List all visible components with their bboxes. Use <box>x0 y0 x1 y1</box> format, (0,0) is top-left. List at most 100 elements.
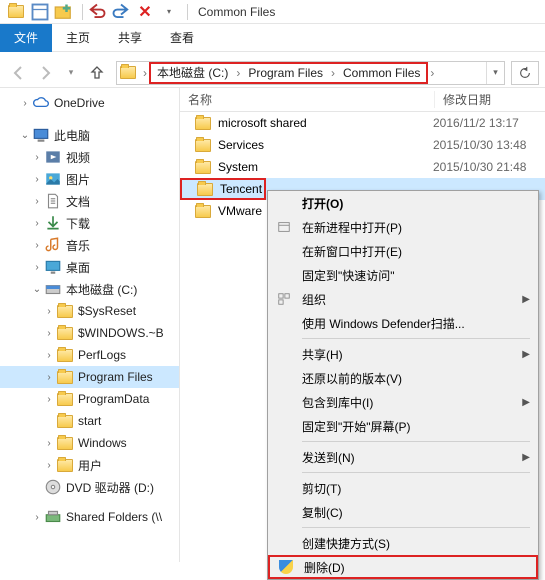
list-item[interactable]: microsoft shared 2016/11/2 13:17 <box>180 112 545 134</box>
redo-icon[interactable] <box>111 2 131 22</box>
tree-sysreset[interactable]: ›$SysReset <box>0 300 179 322</box>
tree-documents[interactable]: ›文档 <box>0 190 179 212</box>
drive-icon <box>44 280 62 298</box>
tree-users[interactable]: ›用户 <box>0 454 179 476</box>
new-folder-icon[interactable] <box>54 2 74 22</box>
refresh-button[interactable] <box>511 61 539 85</box>
tree-downloads[interactable]: ›下载 <box>0 212 179 234</box>
folder-icon <box>194 158 212 176</box>
ctx-open-new-window[interactable]: 在新窗口中打开(E) <box>268 239 538 263</box>
tree-label: $SysReset <box>78 304 136 318</box>
nav-back-button[interactable] <box>6 60 32 86</box>
tree-start[interactable]: start <box>0 410 179 432</box>
tree-desktop[interactable]: ›桌面 <box>0 256 179 278</box>
tree-label: start <box>78 414 101 428</box>
cloud-icon <box>32 94 50 112</box>
ctx-copy[interactable]: 复制(C) <box>268 500 538 524</box>
ctx-send-to[interactable]: 发送到(N)▶ <box>268 445 538 469</box>
undo-icon[interactable] <box>87 2 107 22</box>
nav-recent-dropdown[interactable]: ▾ <box>58 60 84 86</box>
column-name[interactable]: 名称 <box>180 91 435 108</box>
chevron-right-icon: ▶ <box>522 349 530 360</box>
file-date: 2016/11/2 13:17 <box>433 116 519 130</box>
folder-icon <box>194 114 212 132</box>
ctx-open-new-process[interactable]: 在新进程中打开(P) <box>268 215 538 239</box>
organize-icon <box>276 291 292 307</box>
tree-pictures[interactable]: ›图片 <box>0 168 179 190</box>
file-date: 2015/10/30 21:48 <box>433 160 526 174</box>
desktop-icon <box>44 258 62 276</box>
address-dropdown-icon[interactable]: ▾ <box>486 62 504 84</box>
ctx-pin-quick-access[interactable]: 固定到"快速访问" <box>268 263 538 287</box>
network-drive-icon <box>44 508 62 526</box>
delete-icon[interactable]: ✕ <box>135 2 155 22</box>
tree-videos[interactable]: ›视频 <box>0 146 179 168</box>
address-bar[interactable]: › 本地磁盘 (C:) › Program Files › Common Fil… <box>116 61 505 85</box>
breadcrumb-drive[interactable]: 本地磁盘 (C:) <box>151 64 234 82</box>
shield-icon <box>278 559 294 575</box>
file-date: 2015/10/30 13:48 <box>433 138 526 152</box>
ctx-organize[interactable]: 组织▶ <box>268 287 538 311</box>
properties-icon[interactable] <box>30 2 50 22</box>
chevron-right-icon[interactable]: › <box>234 66 242 80</box>
tree-onedrive[interactable]: › OneDrive <box>0 92 179 114</box>
chevron-down-icon[interactable]: ⌄ <box>18 130 32 141</box>
tree-programfiles[interactable]: ›Program Files <box>0 366 179 388</box>
tree-windows[interactable]: ›Windows <box>0 432 179 454</box>
ctx-create-shortcut[interactable]: 创建快捷方式(S) <box>268 531 538 555</box>
chevron-right-icon: ▶ <box>522 397 530 408</box>
folder-icon <box>56 346 74 364</box>
list-item[interactable]: System 2015/10/30 21:48 <box>180 156 545 178</box>
tree-shared[interactable]: ›Shared Folders (\\ <box>0 506 179 528</box>
list-item[interactable]: Services 2015/10/30 13:48 <box>180 134 545 156</box>
chevron-right-icon[interactable]: › <box>18 98 32 109</box>
tree-label: 用户 <box>78 457 102 474</box>
folder-icon <box>56 412 74 430</box>
tree-programdata[interactable]: ›ProgramData <box>0 388 179 410</box>
chevron-right-icon[interactable]: › <box>428 66 436 80</box>
chevron-right-icon: ▶ <box>522 294 530 305</box>
ctx-share[interactable]: 共享(H)▶ <box>268 342 538 366</box>
tree-music[interactable]: ›音乐 <box>0 234 179 256</box>
nav-forward-button[interactable] <box>32 60 58 86</box>
tree-label: PerfLogs <box>78 348 126 362</box>
downloads-icon <box>44 214 62 232</box>
folder-icon <box>56 434 74 452</box>
folder-icon <box>194 136 212 154</box>
quick-access-toolbar: ✕ ▾ Common Files <box>0 0 545 24</box>
tree-label: Shared Folders (\\ <box>66 510 162 524</box>
chevron-right-icon[interactable]: › <box>329 66 337 80</box>
ctx-pin-start[interactable]: 固定到"开始"屏幕(P) <box>268 414 538 438</box>
column-date[interactable]: 修改日期 <box>435 91 545 108</box>
breadcrumb-programfiles[interactable]: Program Files <box>242 64 329 82</box>
ctx-delete[interactable]: 删除(D) <box>268 555 538 579</box>
ctx-separator <box>302 441 530 442</box>
breadcrumb-commonfiles[interactable]: Common Files <box>337 64 426 82</box>
tree-label: 此电脑 <box>54 127 90 144</box>
folder-icon <box>56 390 74 408</box>
tree-dvd[interactable]: DVD 驱动器 (D:) <box>0 476 179 498</box>
qat-dropdown-icon[interactable]: ▾ <box>159 2 179 22</box>
tab-file[interactable]: 文件 <box>0 24 52 52</box>
videos-icon <box>44 148 62 166</box>
ctx-restore-previous[interactable]: 还原以前的版本(V) <box>268 366 538 390</box>
tree-windowsbt[interactable]: ›$WINDOWS.~B <box>0 322 179 344</box>
ctx-open[interactable]: 打开(O) <box>268 191 538 215</box>
tab-view[interactable]: 查看 <box>156 24 208 52</box>
ctx-defender-scan[interactable]: 使用 Windows Defender扫描... <box>268 311 538 335</box>
ctx-include-library[interactable]: 包含到库中(I)▶ <box>268 390 538 414</box>
tree-perflogs[interactable]: ›PerfLogs <box>0 344 179 366</box>
chevron-down-icon[interactable]: ⌄ <box>30 284 44 295</box>
tab-share[interactable]: 共享 <box>104 24 156 52</box>
chevron-right-icon[interactable]: › <box>141 66 149 80</box>
navigation-tree[interactable]: › OneDrive ⌄ 此电脑 ›视频 ›图片 ›文档 ›下载 ›音乐 ›桌面… <box>0 88 180 562</box>
tab-home[interactable]: 主页 <box>52 24 104 52</box>
address-folder-icon <box>119 64 137 82</box>
nav-up-button[interactable] <box>84 60 110 86</box>
ctx-cut[interactable]: 剪切(T) <box>268 476 538 500</box>
tree-label: Program Files <box>78 370 153 384</box>
tree-thispc[interactable]: ⌄ 此电脑 <box>0 124 179 146</box>
tree-label: 桌面 <box>66 259 90 276</box>
tree-localdisk[interactable]: ⌄本地磁盘 (C:) <box>0 278 179 300</box>
tree-label: 视频 <box>66 149 90 166</box>
